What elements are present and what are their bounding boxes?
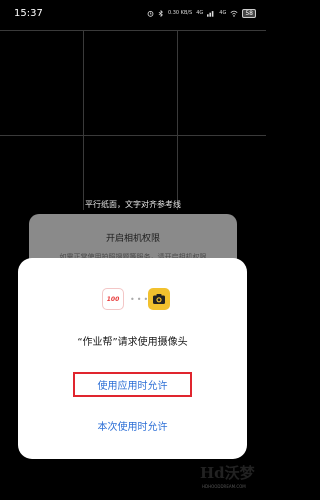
grid-line-left — [83, 30, 84, 210]
status-time: 15:37 — [14, 7, 43, 19]
camera-glyph-icon — [153, 294, 165, 304]
permission-card-title: 开启相机权限 — [105, 234, 160, 244]
camera-permission-dialog: 100 ••• “作业帮”请求使用摄像头 使用应用时允许 本次使用时允许 — [18, 258, 247, 459]
grid-line-right — [177, 30, 178, 210]
status-bar: 15:37 0.30 KB/S 4G 4G 58 — [0, 0, 266, 26]
network-type-1: 4G — [196, 10, 204, 16]
network-speed: 0.30 KB/S — [167, 10, 193, 16]
watermark-logo: Hd沃梦 — [200, 464, 255, 482]
app-icon: 100 — [102, 288, 124, 310]
status-icons: 0.30 KB/S 4G 4G 58 — [147, 8, 256, 18]
allow-while-using-button[interactable]: 使用应用时允许 — [73, 372, 192, 397]
network-type-2: 4G — [219, 10, 227, 16]
site-watermark: Hd沃梦 HDHOODDREAM.COM — [200, 462, 264, 498]
grid-line-top — [0, 30, 266, 31]
alignment-hint: 平行纸面，文字对齐参考线 — [85, 200, 181, 209]
wifi-icon — [230, 10, 238, 17]
watermark-url: HDHOODDREAM.COM — [202, 484, 246, 489]
alarm-icon — [147, 10, 154, 17]
allow-this-time-button[interactable]: 本次使用时允许 — [73, 415, 192, 435]
camera-icon — [148, 288, 170, 310]
permission-question: “作业帮”请求使用摄像头 — [77, 337, 188, 348]
battery-indicator: 58 — [242, 8, 256, 18]
app-icon-label: 100 — [106, 295, 120, 303]
signal-icon — [207, 10, 214, 17]
grid-line-middle — [0, 135, 266, 136]
bluetooth-icon — [158, 9, 163, 17]
